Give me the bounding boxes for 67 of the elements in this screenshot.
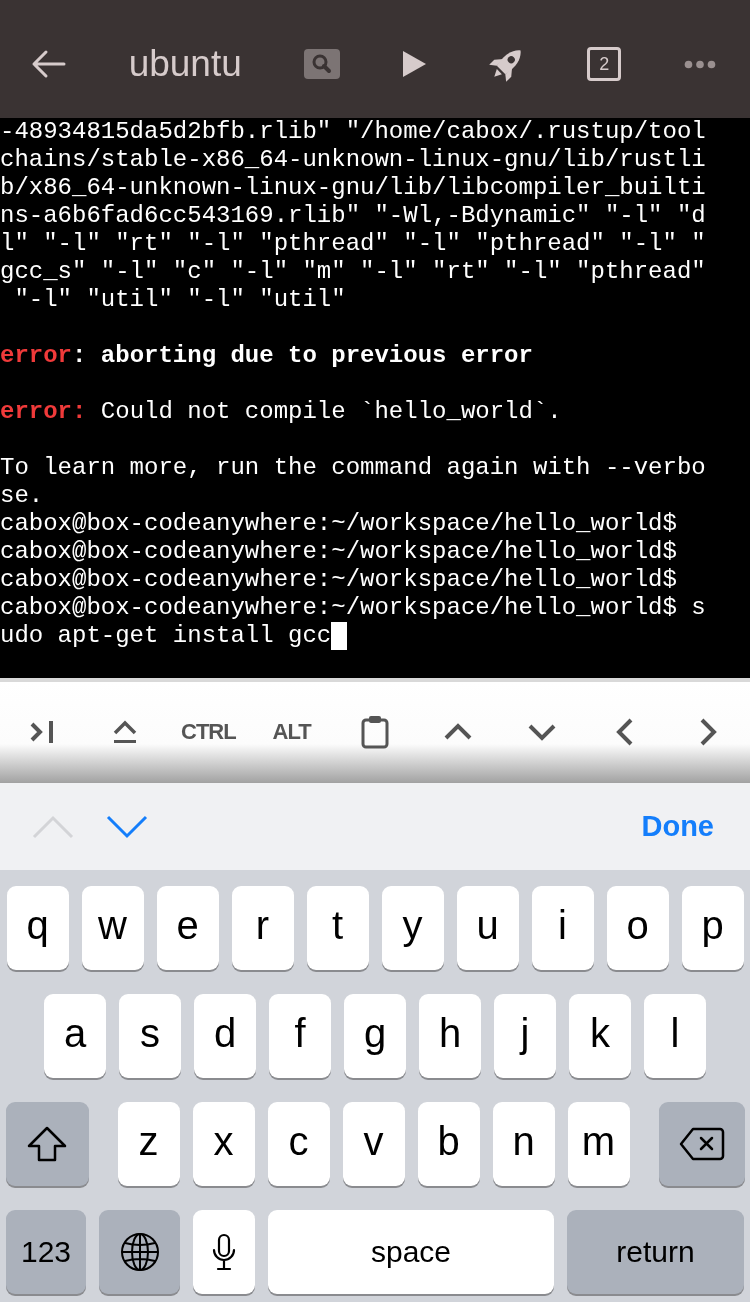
numbers-key[interactable]: 123 bbox=[6, 1210, 86, 1294]
terminal-line: error: aborting due to previous error bbox=[0, 342, 533, 370]
letter-key[interactable]: u bbox=[456, 886, 519, 970]
letter-key[interactable]: q bbox=[6, 886, 69, 970]
backspace-key[interactable] bbox=[658, 1102, 745, 1186]
terminal-line: cabox@box-codeanywhere:~/workspace/hello_world$ bbox=[0, 510, 677, 538]
shift-icon bbox=[27, 1126, 67, 1162]
terminal-line: ns-a6b6fad6cc543169.rlib" "-Wl,-Bdynamic" "-l" "d bbox=[0, 202, 706, 230]
letter-key[interactable]: r bbox=[231, 886, 294, 970]
back-arrow-icon[interactable] bbox=[30, 49, 66, 79]
letter-key[interactable]: i bbox=[531, 886, 594, 970]
terminal-line: "-l" "util" "-l" "util" bbox=[13, 286, 346, 314]
terminal-line: chains/stable-x86_64-unknown-linux-gnu/lib/rustli bbox=[0, 146, 706, 174]
letter-key[interactable]: e bbox=[156, 886, 219, 970]
chevron-up-icon[interactable] bbox=[444, 722, 473, 742]
terminal-line: udo apt-get install gcc bbox=[0, 622, 332, 650]
terminal-line: -48934815da5d2bfb.rlib" "/home/cabox/.rustup/tool bbox=[0, 118, 706, 146]
letter-key[interactable]: h bbox=[419, 994, 481, 1078]
letter-key[interactable]: y bbox=[381, 886, 444, 970]
microphone-icon bbox=[212, 1233, 236, 1271]
globe-icon bbox=[119, 1232, 160, 1272]
more-icon[interactable] bbox=[683, 59, 716, 69]
window-count-button[interactable]: 2 bbox=[587, 47, 622, 81]
letter-key[interactable]: x bbox=[192, 1102, 255, 1186]
terminal-line: To learn more, run the command again with --verbo bbox=[0, 454, 706, 482]
backspace-icon bbox=[678, 1127, 725, 1161]
letter-key[interactable]: j bbox=[494, 994, 556, 1078]
terminal-line: b/x86_64-unknown-linux-gnu/lib/libcompiler_builti bbox=[0, 174, 706, 202]
play-icon[interactable] bbox=[403, 51, 427, 77]
letter-key[interactable]: w bbox=[81, 886, 144, 970]
letter-key[interactable]: f bbox=[269, 994, 331, 1078]
chevron-down-icon[interactable] bbox=[527, 722, 556, 742]
modifier-key[interactable]: ALT bbox=[272, 719, 311, 745]
letter-key[interactable]: t bbox=[306, 886, 369, 970]
letter-key[interactable]: o bbox=[606, 886, 669, 970]
terminal-line: gcc_s" "-l" "c" "-l" "m" "-l" "rt" "-l" "pthread" bbox=[0, 258, 706, 286]
terminal-line: cabox@box-codeanywhere:~/workspace/hello_world$ bbox=[0, 566, 677, 594]
terminal-line: l" "-l" "rt" "-l" "pthread" "-l" "pthread" "-l" " bbox=[0, 230, 706, 258]
clipboard-icon[interactable] bbox=[361, 715, 389, 749]
letter-key[interactable]: n bbox=[492, 1102, 555, 1186]
letter-key[interactable]: p bbox=[681, 886, 744, 970]
terminal-line: se. bbox=[0, 482, 44, 510]
letter-key[interactable]: s bbox=[119, 994, 181, 1078]
letter-key[interactable]: c bbox=[267, 1102, 330, 1186]
space-bar[interactable]: space bbox=[268, 1210, 554, 1294]
terminal-line: error: Could not compile `hello_world`. bbox=[0, 398, 562, 426]
letter-key[interactable]: g bbox=[344, 994, 406, 1078]
shift-key[interactable] bbox=[5, 1102, 89, 1186]
chevron-down-icon[interactable] bbox=[106, 814, 148, 839]
window-title: ubuntu bbox=[128, 42, 242, 86]
letter-key[interactable]: b bbox=[417, 1102, 480, 1186]
letter-key[interactable]: k bbox=[569, 994, 631, 1078]
tab-key-icon[interactable] bbox=[28, 719, 55, 745]
search-icon[interactable] bbox=[304, 49, 341, 79]
eject-icon[interactable] bbox=[112, 720, 138, 744]
letter-key[interactable]: l bbox=[644, 994, 706, 1078]
letter-key[interactable]: z bbox=[117, 1102, 180, 1186]
letter-key[interactable]: m bbox=[567, 1102, 630, 1186]
globe-key[interactable] bbox=[99, 1210, 180, 1294]
letter-key[interactable]: v bbox=[342, 1102, 405, 1186]
letter-key[interactable]: d bbox=[194, 994, 256, 1078]
letter-key[interactable]: a bbox=[44, 994, 106, 1078]
return-key[interactable]: return bbox=[567, 1210, 744, 1294]
terminal-line: cabox@box-codeanywhere:~/workspace/hello_world$ s bbox=[0, 594, 706, 622]
modifier-key[interactable]: CTRL bbox=[181, 719, 236, 745]
terminal-line: cabox@box-codeanywhere:~/workspace/hello_world$ bbox=[0, 538, 677, 566]
microphone-key[interactable] bbox=[193, 1210, 255, 1294]
